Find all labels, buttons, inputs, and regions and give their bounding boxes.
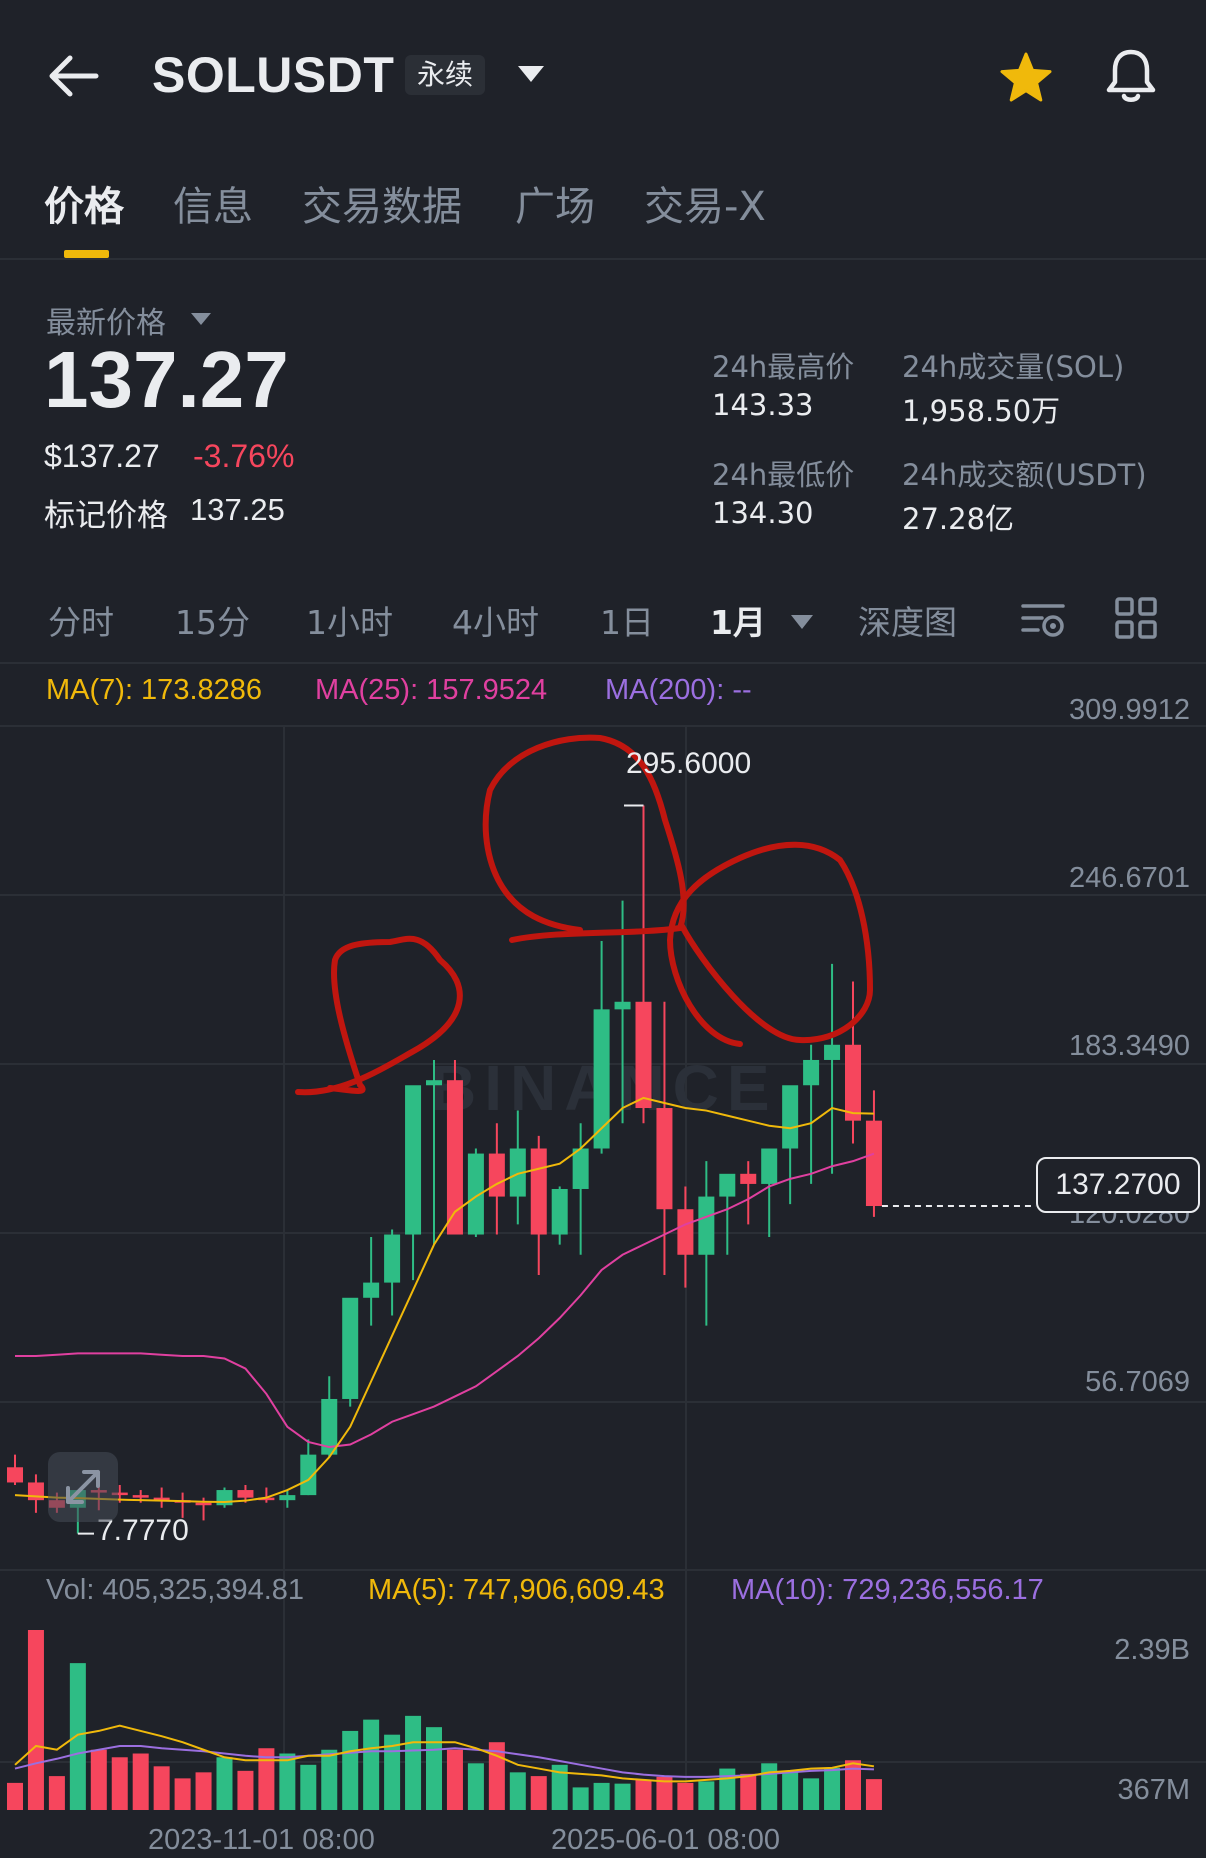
volume-bar [405,1715,422,1810]
candle-body [719,1173,736,1197]
price-axis-label: 246.6701 [1069,862,1190,894]
annotation-circle [666,841,874,1047]
candle-body [195,1502,212,1506]
volume-ma5-readout: MA(5): 747,906,609.43 [368,1574,665,1606]
volume-readout: Vol: 405,325,394.81 [46,1574,305,1606]
volume-bar [446,1749,463,1810]
volume-bar [342,1730,359,1810]
volume-bar [132,1753,149,1810]
volume-bar [740,1773,757,1810]
volume-bar [824,1767,841,1810]
candle-body [677,1209,694,1255]
candle-body [216,1490,233,1506]
candle-body [803,1059,820,1086]
volume-bar [111,1757,128,1810]
last-price-tag: 137.2700 [1036,1157,1200,1213]
volume-bar [509,1772,526,1810]
volume-bar [90,1749,107,1810]
volume-bar [530,1776,547,1810]
volume-bar [572,1787,589,1810]
volume-bar [195,1772,212,1810]
volume-bar [27,1630,44,1810]
price-axis-label: 309.9912 [1069,694,1190,726]
volume-ma10-readout: MA(10): 729,236,556.17 [731,1574,1044,1606]
volume-bar [698,1781,715,1810]
volume-bar [363,1719,380,1810]
ma25-readout: MA(25): 157.9524 [315,674,548,706]
volume-bar [635,1779,652,1810]
volume-bar [677,1782,694,1810]
candle-body [132,1495,149,1498]
candle-body [7,1467,23,1483]
candle-body [551,1188,568,1235]
volume-bar [237,1770,254,1810]
volume-bar [865,1779,882,1810]
volume-bar [719,1768,736,1810]
date-axis-label: 2025-06-01 08:00 [551,1824,780,1856]
candle-body [635,1001,652,1109]
volume-bar [7,1782,23,1810]
price-axis-label: 56.7069 [1085,1366,1190,1398]
ma7-readout: MA(7): 173.8286 [46,674,263,706]
volume-bar [174,1778,191,1810]
candle-body [384,1234,401,1283]
candle-body [237,1490,254,1498]
candle-body [698,1196,715,1255]
candle-body [761,1148,778,1184]
candle-body [656,1108,673,1210]
candle-body [865,1120,882,1207]
candle-body [572,1148,589,1189]
candle-body [614,1001,631,1010]
candle-body [740,1173,757,1184]
volume-axis-label: 367M [1117,1774,1190,1806]
candle-body [426,1080,442,1086]
price-axis-label: 183.3490 [1069,1030,1190,1062]
volume-bar [782,1772,799,1810]
volume-bar [153,1766,170,1810]
volume-bar [279,1753,296,1810]
high-marker-label: 295.6000 [626,747,752,780]
volume-bar [300,1764,317,1810]
volume-bar [593,1782,610,1810]
expand-arrows-icon [66,1470,100,1504]
ma200-readout: MA(200): -- [605,674,752,706]
volume-axis-label: 2.39B [1114,1634,1190,1666]
volume-bar [614,1783,631,1810]
candle-body [488,1153,505,1197]
ma25-line [15,1152,875,1449]
volume-bar [803,1778,820,1810]
fullscreen-button[interactable] [48,1452,118,1522]
candle-body [530,1148,547,1235]
ma7-line [14,1096,874,1503]
volume-bar [69,1663,86,1810]
candle-body [363,1282,380,1298]
candle-body [824,1044,841,1060]
candle-body [782,1085,799,1149]
volume-bar [761,1763,778,1810]
volume-bar [321,1749,338,1810]
volume-bar [426,1727,442,1810]
volume-bar [216,1757,233,1810]
volume-bar [48,1776,65,1810]
candle-body [279,1495,296,1501]
candle-body [342,1297,359,1399]
candle-body [405,1085,422,1235]
volume-bar [467,1763,484,1810]
date-axis-label: 2023-11-01 08:00 [148,1824,375,1856]
candle-body [845,1044,861,1121]
